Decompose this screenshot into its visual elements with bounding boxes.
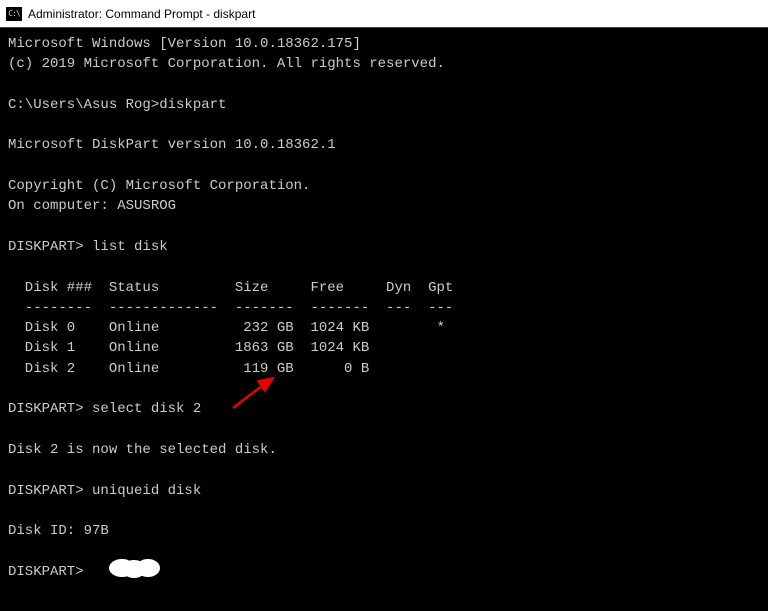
cmd-icon: C:\ [6,7,22,21]
window-titlebar[interactable]: C:\ Administrator: Command Prompt - disk… [0,0,768,28]
terminal-text: Microsoft Windows [Version 10.0.18362.17… [8,34,760,582]
window-title: Administrator: Command Prompt - diskpart [28,7,255,21]
terminal-output[interactable]: Microsoft Windows [Version 10.0.18362.17… [0,28,768,611]
